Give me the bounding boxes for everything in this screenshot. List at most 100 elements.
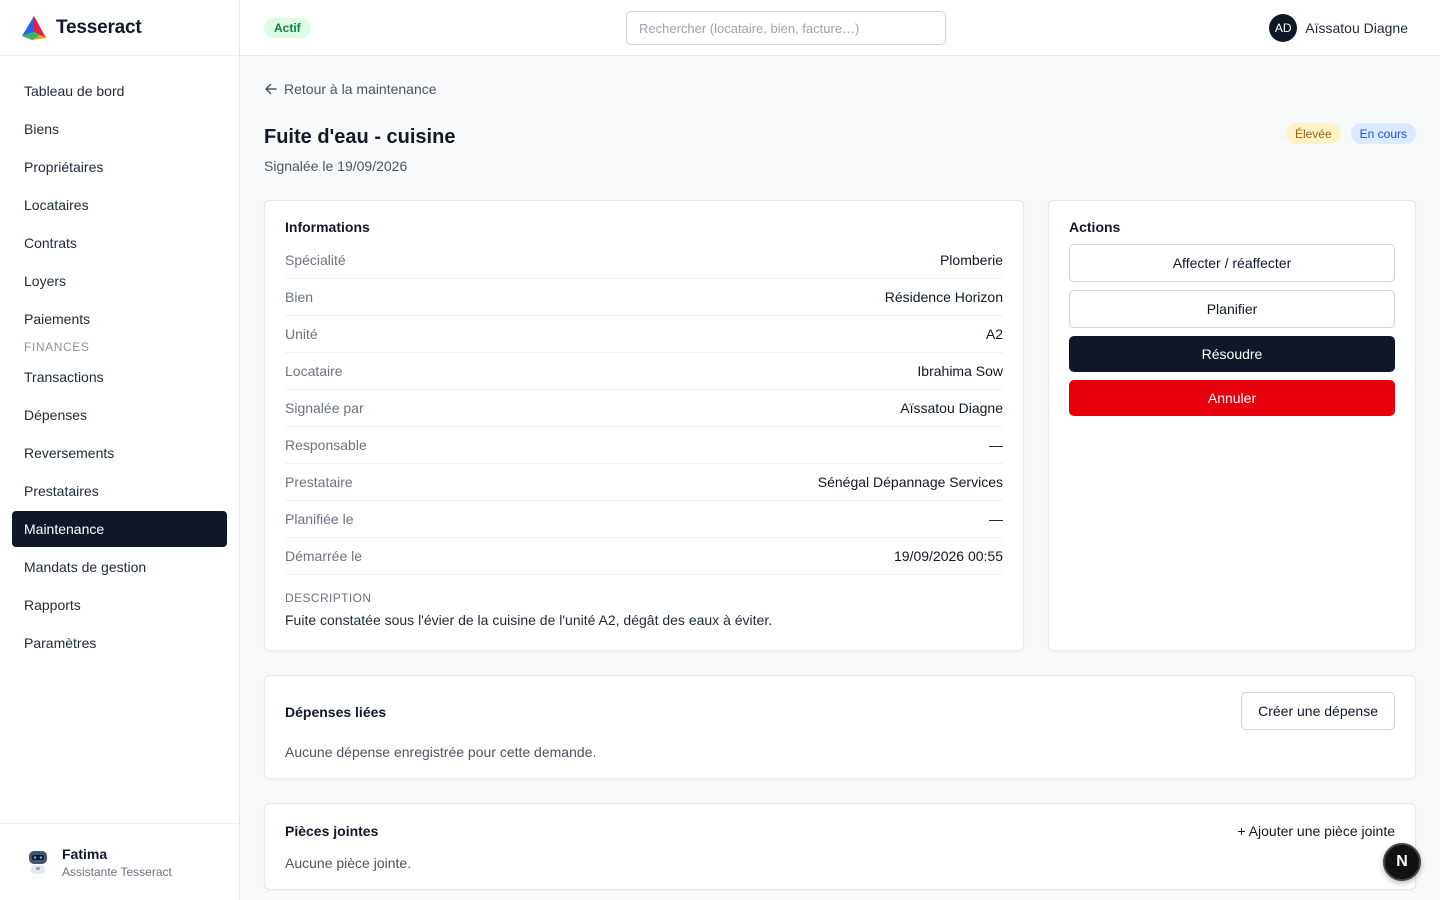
info-row-responsable: Responsable —: [285, 427, 1003, 464]
assign-button[interactable]: Affecter / réaffecter: [1069, 244, 1395, 282]
back-link[interactable]: Retour à la maintenance: [264, 81, 437, 97]
info-label: Démarrée le: [285, 548, 363, 564]
info-value: Sénégal Dépannage Services: [817, 474, 1003, 490]
info-row-locataire: Locataire Ibrahima Sow: [285, 353, 1003, 390]
info-value: Plomberie: [939, 252, 1003, 268]
sidebar-item-label: Paramètres: [24, 635, 97, 651]
actions-card: Actions Affecter / réaffecter Planifier …: [1048, 200, 1416, 651]
info-label: Bien: [285, 289, 314, 305]
search-input[interactable]: [626, 11, 946, 45]
sidebar-item-label: Transactions: [24, 369, 104, 385]
info-value: 19/09/2026 00:55: [894, 548, 1003, 564]
info-value: Résidence Horizon: [884, 289, 1003, 305]
info-value: —: [989, 437, 1003, 453]
info-value: Aïssatou Diagne: [900, 400, 1003, 416]
informations-list: Spécialité Plomberie Bien Résidence Horizo…: [285, 242, 1003, 575]
robot-avatar-icon: [29, 851, 47, 874]
resolve-button[interactable]: Résoudre: [1069, 336, 1395, 372]
sidebar-item-mandats-de-gestion[interactable]: Mandats de gestion: [12, 549, 227, 585]
create-expense-button[interactable]: Créer une dépense: [1241, 692, 1395, 730]
topbar: Actif AD Aïssatou Diagne: [240, 0, 1440, 56]
sidebar-item-rapports[interactable]: Rapports: [12, 587, 227, 623]
info-value: Ibrahima Sow: [917, 363, 1003, 379]
sidebar-item-label: Propriétaires: [24, 159, 104, 175]
cancel-button[interactable]: Annuler: [1069, 380, 1395, 416]
info-row-signalee-par: Signalée par Aïssatou Diagne: [285, 390, 1003, 427]
sidebar-item-label: Mandats de gestion: [24, 559, 147, 575]
assistant-role: Assistante Tesseract: [62, 864, 172, 879]
sidebar-item-label: Rapports: [24, 597, 81, 613]
info-row-planifiee-le: Planifiée le —: [285, 501, 1003, 538]
assistant-panel[interactable]: Fatima Assistante Tesseract: [0, 823, 239, 900]
sidebar-item-label: Locataires: [24, 197, 89, 213]
sidebar-item-maintenance[interactable]: Maintenance: [12, 511, 227, 547]
expenses-empty-text: Aucune dépense enregistrée pour cette de…: [285, 744, 597, 760]
sidebar-item-label: Paiements: [24, 311, 91, 327]
sidebar-item-label: Tableau de bord: [24, 83, 125, 99]
tesseract-logo-icon: [22, 15, 46, 40]
linked-expenses-title: Dépenses liées: [285, 704, 387, 720]
description-label: DESCRIPTION: [285, 591, 372, 605]
info-label: Signalée par: [285, 400, 364, 416]
attachments-empty-text: Aucune pièce jointe.: [285, 855, 412, 871]
avatar: AD: [1269, 14, 1298, 42]
user-menu[interactable]: AD Aïssatou Diagne: [1269, 14, 1408, 42]
sidebar-item-reversements[interactable]: Reversements: [12, 435, 227, 471]
informations-title: Informations: [285, 219, 370, 235]
sidebar-item-parametres[interactable]: Paramètres: [12, 625, 227, 661]
sidebar-item-label: Prestataires: [24, 483, 99, 499]
app-name: Tesseract: [56, 16, 142, 38]
add-attachment-link[interactable]: + Ajouter une pièce jointe: [1237, 823, 1395, 839]
sidebar-item-label: Loyers: [24, 273, 67, 289]
info-row-demarree-le: Démarrée le 19/09/2026 00:55: [285, 538, 1003, 575]
sidebar-item-label: Biens: [24, 121, 60, 137]
status-badge: En cours: [1350, 123, 1416, 144]
brand[interactable]: Tesseract: [0, 0, 239, 56]
request-badges: Élevée En cours: [1285, 123, 1416, 144]
status-badge-actif: Actif: [264, 18, 311, 38]
user-name: Aïssatou Diagne: [1305, 20, 1408, 36]
assistant-name: Fatima: [62, 845, 108, 862]
sidebar-item-locataires[interactable]: Locataires: [12, 187, 227, 223]
info-value: A2: [985, 326, 1003, 342]
info-row-specialite: Spécialité Plomberie: [285, 242, 1003, 279]
schedule-button[interactable]: Planifier: [1069, 290, 1395, 328]
sidebar-item-label: Contrats: [24, 235, 77, 251]
priority-badge: Élevée: [1285, 123, 1341, 144]
arrow-left-icon: [265, 83, 277, 95]
sidebar-nav: Tableau de bord Biens Propriétaires Loca…: [0, 56, 239, 661]
info-row-bien: Bien Résidence Horizon: [285, 279, 1003, 316]
sidebar-item-label: Maintenance: [24, 521, 105, 537]
sidebar-section-finances: FINANCES: [24, 340, 90, 354]
info-label: Planifiée le: [285, 511, 354, 527]
description-text: Fuite constatée sous l'évier de la cuisi…: [285, 612, 773, 628]
sidebar-item-transactions[interactable]: Transactions: [12, 359, 227, 395]
sidebar-item-contrats[interactable]: Contrats: [12, 225, 227, 261]
info-label: Spécialité: [285, 252, 346, 268]
sidebar-item-proprietaires[interactable]: Propriétaires: [12, 149, 227, 185]
page-subtitle: Signalée le 19/09/2026: [264, 158, 408, 174]
sidebar-item-loyers[interactable]: Loyers: [12, 263, 227, 299]
floating-action-button[interactable]: N: [1383, 843, 1421, 881]
info-label: Unité: [285, 326, 318, 342]
sidebar-item-label: Reversements: [24, 445, 115, 461]
attachments-title: Pièces jointes: [285, 823, 379, 839]
sidebar: Tesseract Tableau de bord Biens Propriét…: [0, 0, 240, 900]
sidebar-item-biens[interactable]: Biens: [12, 111, 227, 147]
info-label: Responsable: [285, 437, 367, 453]
page-title: Fuite d'eau - cuisine: [264, 126, 456, 148]
actions-title: Actions: [1069, 219, 1121, 235]
sidebar-item-paiements[interactable]: Paiements: [12, 301, 227, 337]
info-row-unite: Unité A2: [285, 316, 1003, 353]
info-value: —: [989, 511, 1003, 527]
sidebar-item-tableau-de-bord[interactable]: Tableau de bord: [12, 73, 227, 109]
linked-expenses-card: Dépenses liées Créer une dépense Aucune …: [264, 675, 1416, 779]
info-label: Prestataire: [285, 474, 353, 490]
sidebar-item-prestataires[interactable]: Prestataires: [12, 473, 227, 509]
informations-card: Informations Spécialité Plomberie Bien Rés…: [264, 200, 1024, 651]
back-link-label: Retour à la maintenance: [284, 81, 437, 97]
info-row-prestataire: Prestataire Sénégal Dépannage Services: [285, 464, 1003, 501]
sidebar-item-label: Dépenses: [24, 407, 88, 423]
sidebar-item-depenses[interactable]: Dépenses: [12, 397, 227, 433]
attachments-card: Pièces jointes + Ajouter une pièce joint…: [264, 803, 1416, 890]
